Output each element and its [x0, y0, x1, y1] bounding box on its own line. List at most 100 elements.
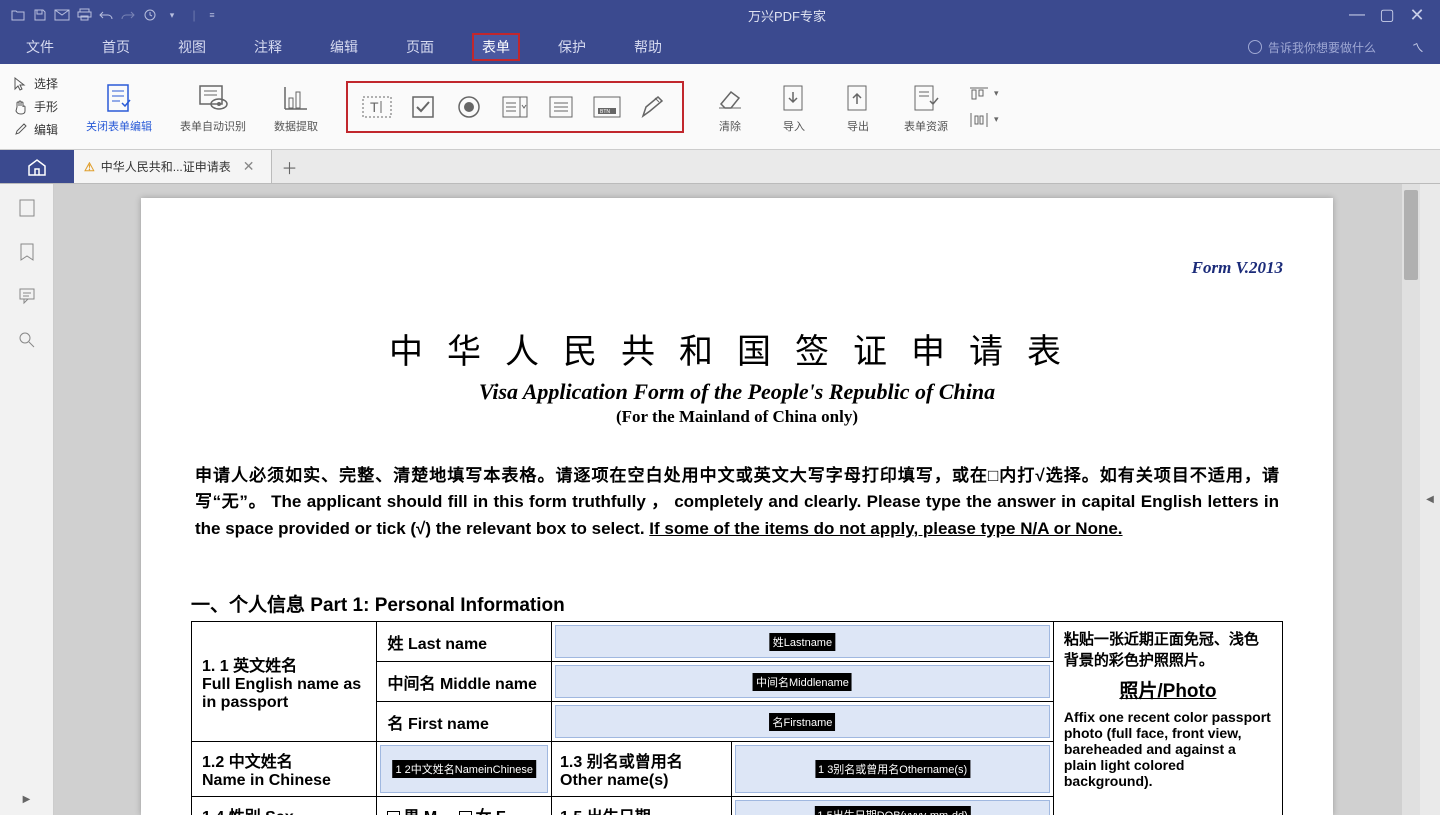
chart-icon [278, 80, 314, 116]
align-top-button[interactable]: ▾ [970, 87, 999, 101]
label-1-4: 1.4 性别 Sex [192, 797, 377, 815]
document-tab[interactable]: ⚠ 中华人民共和...证申请表 ✕ [74, 150, 272, 183]
checkbox-icon[interactable] [408, 93, 438, 121]
pencil-icon [12, 122, 28, 138]
qat-overflow-icon[interactable]: ≡ [202, 5, 222, 25]
tell-me-area[interactable]: 告诉我你想要做什么 ㄟ [1248, 39, 1424, 56]
close-button[interactable]: ✕ [1404, 4, 1430, 26]
right-edge-expand[interactable]: ◀ [1420, 184, 1440, 815]
print-icon[interactable] [74, 5, 94, 25]
left-panel: ▶ [0, 184, 54, 815]
close-tab-icon[interactable]: ✕ [243, 158, 255, 175]
form-fields-group: T BTN [346, 81, 684, 133]
title-chinese: 中华人民共和国签证申请表 [191, 324, 1283, 373]
clock-icon[interactable] [140, 5, 160, 25]
menubar: 文件 首页 视图 注释 编辑 页面 表单 保护 帮助 告诉我你想要做什么 ㄟ [0, 30, 1440, 64]
menu-home[interactable]: 首页 [92, 33, 140, 61]
section-1-header: 一、个人信息 Part 1: Personal Information [191, 590, 1283, 617]
svg-text:T: T [370, 99, 379, 115]
maximize-button[interactable]: ▢ [1374, 4, 1400, 26]
redo-icon[interactable] [118, 5, 138, 25]
menu-edit[interactable]: 编辑 [320, 33, 368, 61]
align-tools: ▾ ▾ [970, 87, 999, 127]
ribbon: 选择 手形 编辑 关闭表单编辑 表单自动识别 数据提取 T BTN 清除 导入 … [0, 64, 1440, 150]
vertical-scrollbar[interactable] [1402, 184, 1420, 815]
qat-dropdown-icon[interactable]: ▾ [162, 5, 182, 25]
thumbnails-icon[interactable] [17, 198, 37, 218]
auto-recognize-button[interactable]: 表单自动识别 [180, 64, 246, 149]
subtitle-english: (For the Mainland of China only) [191, 407, 1283, 427]
clear-button[interactable]: 清除 [712, 64, 748, 149]
checkbox-female[interactable] [459, 811, 472, 815]
checkbox-male[interactable] [387, 811, 400, 815]
window-controls: — ▢ ✕ [1344, 4, 1440, 26]
field-middlename[interactable]: 中间名Middlename [552, 662, 1054, 702]
folder-icon[interactable] [8, 5, 28, 25]
menu-file[interactable]: 文件 [16, 33, 64, 61]
export-button[interactable]: 导出 [840, 64, 876, 149]
qat-separator: | [184, 5, 204, 25]
collapse-ribbon-icon[interactable]: ㄟ [1412, 39, 1424, 56]
menu-page[interactable]: 页面 [396, 33, 444, 61]
svg-text:BTN: BTN [600, 109, 610, 115]
menu-protect[interactable]: 保护 [548, 33, 596, 61]
eye-form-icon [195, 80, 231, 116]
signature-icon[interactable] [638, 93, 668, 121]
quick-access-toolbar: ▾ | ≡ [0, 5, 230, 25]
field-chinese-name[interactable]: 1 2中文姓名NameinChinese [377, 742, 552, 797]
comments-icon[interactable] [17, 286, 37, 306]
form-version: Form V.2013 [191, 258, 1283, 278]
minimize-button[interactable]: — [1344, 4, 1370, 26]
tell-me-label: 告诉我你想要做什么 [1268, 39, 1376, 56]
radio-icon[interactable] [454, 93, 484, 121]
field-lastname[interactable]: 姓Lastname [552, 622, 1054, 662]
menu-help[interactable]: 帮助 [624, 33, 672, 61]
distribute-button[interactable]: ▾ [970, 113, 999, 127]
document-canvas[interactable]: Form V.2013 中华人民共和国签证申请表 Visa Applicatio… [54, 184, 1420, 815]
listbox-icon[interactable] [546, 93, 576, 121]
document-tab-title: 中华人民共和...证申请表 [101, 158, 231, 175]
label-1-2: 1.2 中文姓名 Name in Chinese [192, 742, 377, 797]
titlebar: ▾ | ≡ 万兴PDF专家 — ▢ ✕ [0, 0, 1440, 30]
photo-cell: 粘贴一张近期正面免冠、浅色背景的彩色护照照片。 照片/Photo Affix o… [1053, 622, 1282, 815]
cursor-icon [12, 76, 28, 92]
save-icon[interactable] [30, 5, 50, 25]
field-firstname[interactable]: 名Firstname [552, 702, 1054, 742]
menu-view[interactable]: 视图 [168, 33, 216, 61]
field-dob[interactable]: 1 5出生日期DOB(yyyy-mm-dd) [732, 797, 1053, 815]
data-extract-button[interactable]: 数据提取 [274, 64, 318, 149]
search-icon[interactable] [17, 330, 37, 350]
import-icon [776, 80, 812, 116]
form-resources-button[interactable]: 表单资源 [904, 64, 948, 149]
select-tool[interactable]: 选择 [12, 75, 58, 92]
textfield-icon[interactable]: T [362, 93, 392, 121]
form-icon [101, 80, 137, 116]
instructions: 申请人必须如实、完整、清楚地填写本表格。请逐项在空白处用中文或英文大写字母打印填… [191, 463, 1283, 542]
menu-form[interactable]: 表单 [472, 33, 520, 61]
hand-icon [12, 99, 28, 115]
label-1-1: 1. 1 英文姓名 Full English name as in passpo… [192, 622, 377, 742]
pdf-page: Form V.2013 中华人民共和国签证申请表 Visa Applicatio… [141, 198, 1333, 815]
close-form-button[interactable]: 关闭表单编辑 [86, 64, 152, 149]
button-field-icon[interactable]: BTN [592, 93, 622, 121]
label-1-3: 1.3 别名或曾用名 Other name(s) [552, 742, 732, 796]
expand-panel-icon[interactable]: ▶ [23, 794, 31, 805]
menu-annotate[interactable]: 注释 [244, 33, 292, 61]
new-tab-button[interactable]: ＋ [272, 150, 308, 183]
field-other-names[interactable]: 1 3别名或曾用名Othername(s) [732, 742, 1053, 796]
export-icon [840, 80, 876, 116]
mail-icon[interactable] [52, 5, 72, 25]
home-tab[interactable] [0, 150, 74, 183]
combobox-icon[interactable] [500, 93, 530, 121]
work-area: ▶ Form V.2013 中华人民共和国签证申请表 Visa Applicat… [0, 184, 1440, 815]
scrollbar-thumb[interactable] [1404, 190, 1418, 280]
edit-tool[interactable]: 编辑 [12, 121, 58, 138]
form-table: 1. 1 英文姓名 Full English name as in passpo… [191, 621, 1283, 815]
import-button[interactable]: 导入 [776, 64, 812, 149]
bulb-icon [1248, 40, 1262, 54]
bookmarks-icon[interactable] [17, 242, 37, 262]
document-tabbar: ⚠ 中华人民共和...证申请表 ✕ ＋ [0, 150, 1440, 184]
undo-icon[interactable] [96, 5, 116, 25]
hand-tool[interactable]: 手形 [12, 98, 58, 115]
warning-icon: ⚠ [84, 160, 95, 174]
